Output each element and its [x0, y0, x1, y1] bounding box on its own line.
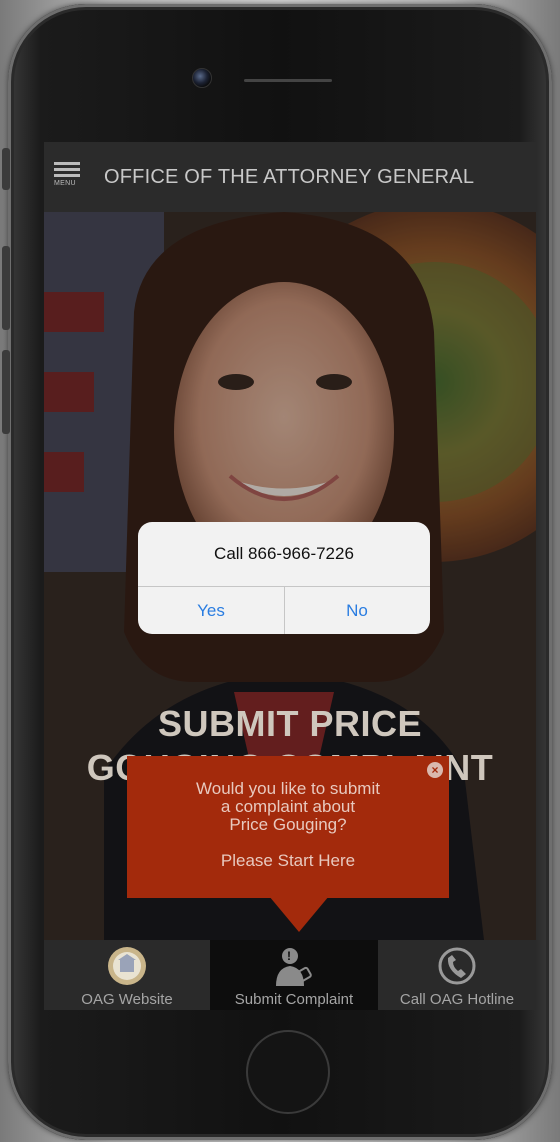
tab-submit-complaint[interactable]: ! Submit Complaint [210, 940, 378, 1010]
hamburger-icon [54, 162, 80, 165]
bottom-tab-bar: OAG Website ! Submit Complaint Call OAG [44, 940, 536, 1010]
mute-switch [2, 148, 10, 190]
menu-label: MENU [54, 180, 76, 187]
yes-button[interactable]: Yes [138, 587, 284, 634]
app-title: OFFICE OF THE ATTORNEY GENERAL [104, 166, 475, 188]
seal-icon [105, 946, 149, 991]
hamburger-icon-line [54, 174, 80, 177]
phone-icon [435, 946, 479, 991]
top-bar: MENU OFFICE OF THE ATTORNEY GENERAL [44, 142, 536, 213]
tab-oag-website-label: OAG Website [81, 991, 173, 1008]
start-here-link[interactable]: Please Start Here [147, 851, 429, 871]
complaint-icon: ! [274, 946, 314, 993]
volume-down-button [2, 350, 10, 434]
tab-oag-website[interactable]: OAG Website [44, 940, 210, 1010]
svg-text:!: ! [287, 949, 291, 963]
tab-call-oag-hotline[interactable]: Call OAG Hotline [378, 940, 536, 1010]
dialog-message: Call 866-966-7226 [214, 544, 354, 563]
close-icon[interactable]: × [427, 762, 443, 778]
tab-submit-complaint-label: Submit Complaint [234, 991, 354, 1008]
earpiece-speaker [244, 79, 332, 82]
tab-call-oag-hotline-label: Call OAG Hotline [399, 991, 515, 1008]
app-screen: MENU OFFICE OF THE ATTORNEY GENERAL SUBM… [44, 142, 536, 1010]
headline-line-1: SUBMIT PRICE [157, 703, 422, 744]
home-button[interactable] [246, 1030, 330, 1114]
complaint-popup[interactable]: × Would you like to submit a complaint a… [127, 756, 449, 898]
volume-up-button [2, 246, 10, 330]
popup-pointer [269, 896, 329, 932]
menu-button[interactable]: MENU [54, 162, 82, 194]
hamburger-icon-line [54, 168, 80, 171]
popup-question: Would you like to submit a complaint abo… [196, 779, 380, 834]
no-button[interactable]: No [284, 587, 430, 634]
front-camera [192, 68, 212, 88]
call-confirm-dialog: Call 866-966-7226 Yes No [138, 522, 430, 634]
